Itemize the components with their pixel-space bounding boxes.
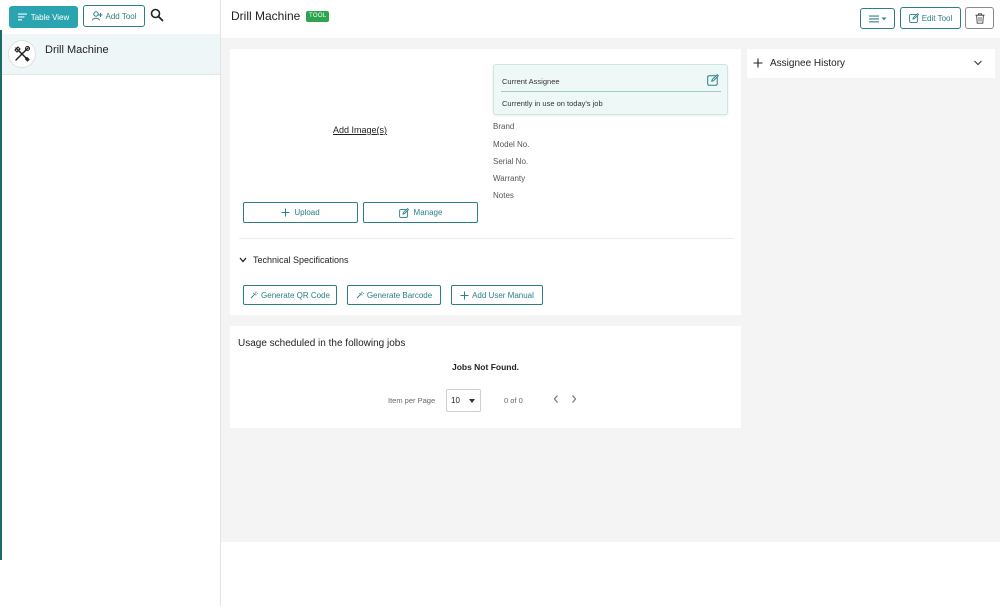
add-tool-button[interactable]: Add Tool xyxy=(83,5,145,27)
field-label-brand: Brand xyxy=(493,122,515,131)
app-root: Table View Add Tool Drill Machine Drill … xyxy=(0,0,1000,606)
upload-label: Upload xyxy=(294,208,320,217)
delete-button[interactable] xyxy=(965,7,994,29)
items-per-page-label: Item per Page xyxy=(388,396,436,405)
manage-button[interactable]: Manage xyxy=(363,202,478,223)
edit-tool-button[interactable]: Edit Tool xyxy=(900,7,961,29)
search-icon[interactable] xyxy=(150,8,164,22)
assignee-history-title: Assignee History xyxy=(770,58,846,69)
add-user-manual-button[interactable]: Add User Manual xyxy=(451,285,543,305)
magic-wand-icon xyxy=(250,291,259,299)
scheduled-jobs-panel: Usage scheduled in the following jobs Jo… xyxy=(230,326,741,428)
edit-assignee-icon[interactable] xyxy=(707,74,719,86)
assignee-divider xyxy=(501,91,721,92)
upload-button[interactable]: Upload xyxy=(243,202,358,223)
sidebar-item-label: Drill Machine xyxy=(45,44,109,56)
current-assignee-title: Current Assignee xyxy=(502,77,560,86)
assignee-history-panel[interactable]: Assignee History xyxy=(747,49,995,78)
chevron-right-icon[interactable] xyxy=(569,393,579,405)
add-tool-label: Add Tool xyxy=(105,11,137,21)
magic-wand-icon xyxy=(356,291,364,299)
current-assignee-card: Current Assignee Currently in use on tod… xyxy=(493,64,728,115)
sidebar-item-drill-machine[interactable]: Drill Machine xyxy=(2,34,220,75)
plus-icon xyxy=(753,58,763,68)
plus-icon xyxy=(281,208,290,217)
edit-icon xyxy=(908,13,919,23)
jobs-empty-message: Jobs Not Found. xyxy=(451,362,520,372)
table-view-button[interactable]: Table View xyxy=(9,6,78,28)
tool-details-panel: Add Image(s) Upload Manage Current Assig… xyxy=(230,49,741,315)
caret-down-icon xyxy=(469,399,475,403)
chevron-left-icon[interactable] xyxy=(551,393,561,405)
add-image-link[interactable]: Add Image(s) xyxy=(333,125,387,135)
sidebar: Table View Add Tool Drill Machine xyxy=(0,0,221,606)
manage-label: Manage xyxy=(413,208,443,217)
list-icon xyxy=(17,13,27,21)
edit-tool-label: Edit Tool xyxy=(921,13,953,23)
items-per-page-value: 10 xyxy=(451,396,460,405)
trash-icon xyxy=(975,12,984,24)
technical-specifications-label: Technical Specifications xyxy=(253,255,349,265)
caret-down-icon xyxy=(881,17,886,20)
add-user-manual-label: Add User Manual xyxy=(472,290,534,300)
generate-barcode-label: Generate Barcode xyxy=(366,290,433,300)
technical-specifications-toggle[interactable]: Technical Specifications xyxy=(239,255,349,265)
table-view-label: Table View xyxy=(30,12,70,22)
menu-dropdown-button[interactable] xyxy=(860,8,895,29)
chevron-down-icon xyxy=(239,257,247,263)
items-per-page-select[interactable]: 10 xyxy=(446,389,481,412)
field-label-serial: Serial No. xyxy=(493,157,529,166)
field-label-notes: Notes xyxy=(493,191,514,200)
plus-icon xyxy=(460,291,469,299)
generate-qr-code-label: Generate QR Code xyxy=(261,290,330,300)
tools-icon xyxy=(14,45,31,62)
field-label-model: Model No. xyxy=(493,140,530,149)
generate-qr-code-button[interactable]: Generate QR Code xyxy=(243,285,337,305)
main-content: Add Image(s) Upload Manage Current Assig… xyxy=(221,38,1000,542)
add-user-icon xyxy=(91,11,102,21)
scheduled-jobs-title: Usage scheduled in the following jobs xyxy=(238,338,406,349)
page-header: Drill Machine TOOL Edit Tool xyxy=(221,0,1000,38)
page-title: Drill Machine xyxy=(231,9,301,23)
sidebar-accent-bar xyxy=(0,30,2,560)
menu-icon xyxy=(868,15,879,22)
chevron-down-icon[interactable] xyxy=(973,59,983,67)
edit-icon xyxy=(398,207,409,218)
pagination-range: 0 of 0 xyxy=(504,396,523,405)
current-assignee-status: Currently in use on today's job xyxy=(502,99,603,108)
section-divider xyxy=(239,238,734,239)
field-label-warranty: Warranty xyxy=(493,174,526,183)
avatar xyxy=(8,40,36,68)
sidebar-toolbar: Table View Add Tool xyxy=(0,0,221,34)
status-badge: TOOL xyxy=(306,11,330,22)
generate-barcode-button[interactable]: Generate Barcode xyxy=(347,285,441,305)
